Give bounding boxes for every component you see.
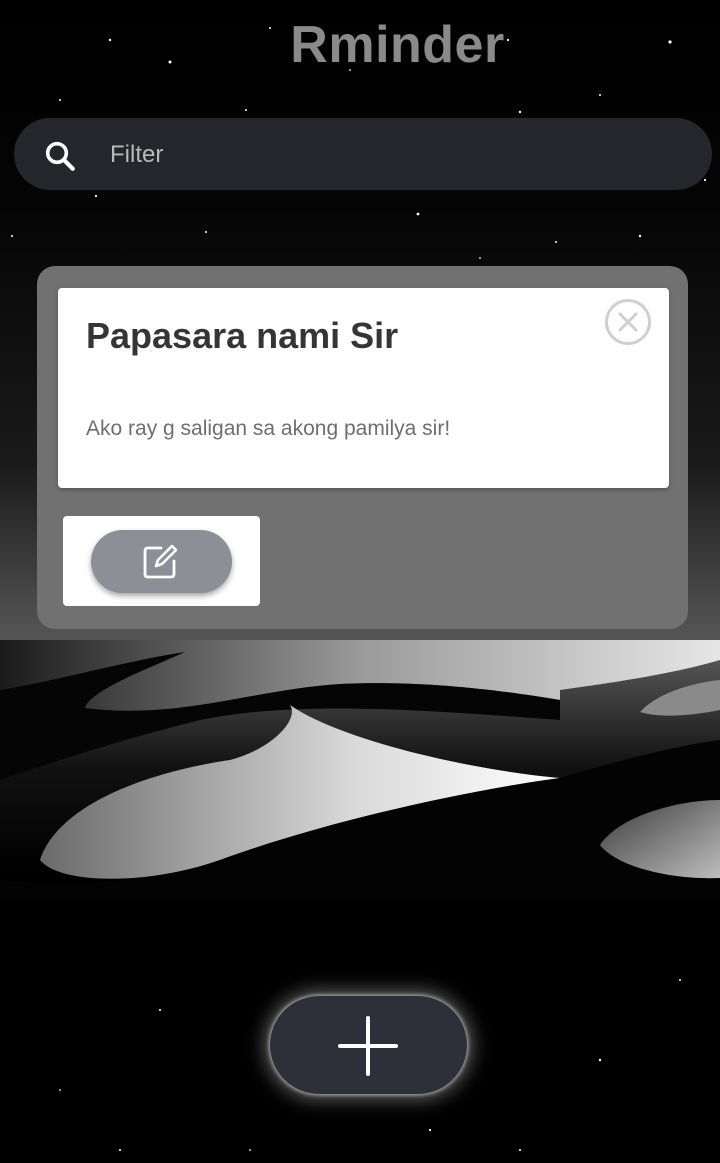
edit-button[interactable]: [91, 530, 232, 593]
search-input[interactable]: [108, 128, 672, 182]
note-title: Papasara nami Sir: [86, 315, 399, 356]
close-circle-icon[interactable]: [604, 298, 652, 346]
app-screen: Rminder Papasara nami Sir Ako ray g sali…: [0, 0, 720, 1163]
plus-icon: [338, 1016, 398, 1076]
app-title: Rminder: [290, 16, 505, 74]
add-note-button[interactable]: [270, 996, 467, 1094]
search-icon[interactable]: [42, 138, 78, 174]
edit-icon: [143, 544, 178, 579]
note-body: Ako ray g saligan sa akong pamilya sir!: [86, 417, 451, 440]
